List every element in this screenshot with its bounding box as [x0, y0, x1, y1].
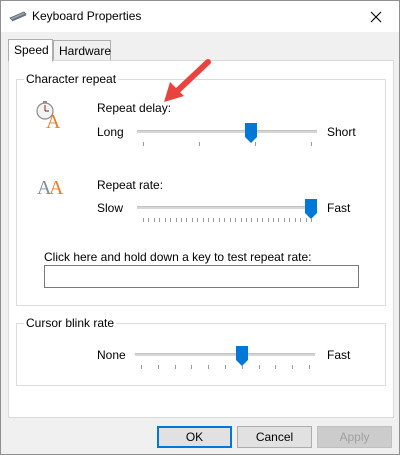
slider-tick	[213, 218, 215, 222]
speed-tab-page: Character repeat A Repeat delay: Long Sh…	[8, 60, 394, 418]
cursor-blink-fast-label: Fast	[327, 348, 351, 362]
slider-tick	[258, 365, 260, 369]
repeat-rate-fast-label: Fast	[327, 201, 351, 215]
slider-track	[137, 130, 317, 133]
slider-tick	[255, 142, 256, 146]
slider-tick	[300, 218, 302, 222]
slider-tick	[245, 218, 247, 222]
test-repeat-rate-label: Click here and hold down a key to test r…	[44, 250, 312, 264]
slider-tick	[191, 218, 193, 222]
slider-tick	[191, 365, 193, 369]
repeat-delay-long-label: Long	[97, 125, 124, 139]
keyboard-icon	[9, 11, 27, 22]
slider-tick	[311, 142, 312, 146]
slider-ticks	[137, 218, 317, 223]
slider-thumb[interactable]	[235, 346, 248, 366]
svg-text:A: A	[46, 111, 61, 130]
slider-tick	[267, 218, 269, 222]
stopwatch-letter-a-icon: A	[36, 101, 61, 130]
slider-tick	[283, 218, 285, 222]
slider-tick	[159, 218, 161, 222]
ok-button[interactable]: OK	[157, 426, 232, 448]
slider-tick	[294, 218, 296, 222]
repeat-rate-label: Repeat rate:	[97, 178, 164, 192]
slider-track	[137, 206, 317, 209]
double-letter-a-icon: A A	[37, 177, 64, 197]
repeat-rate-slow-label: Slow	[97, 201, 124, 215]
slider-tick	[240, 218, 242, 222]
slider-tick	[241, 365, 243, 369]
cursor-blink-rate-slider[interactable]	[135, 341, 315, 369]
apply-button: Apply	[317, 426, 392, 448]
repeat-delay-short-label: Short	[327, 125, 356, 139]
annotation-arrow-icon	[164, 59, 211, 102]
slider-thumb[interactable]	[244, 123, 257, 143]
slider-tick	[218, 218, 220, 222]
slider-tick	[175, 218, 177, 222]
slider-tick	[235, 218, 237, 222]
slider-tick	[180, 218, 182, 222]
slider-tick	[202, 218, 204, 222]
slider-tick	[289, 218, 291, 222]
repeat-delay-slider[interactable]	[137, 118, 317, 146]
slider-tick	[143, 218, 144, 222]
slider-tick	[292, 365, 294, 369]
close-button[interactable]	[353, 1, 399, 32]
slider-tick	[309, 365, 310, 369]
cancel-button[interactable]: Cancel	[237, 426, 312, 448]
slider-tick	[225, 365, 226, 369]
slider-tick	[224, 218, 226, 222]
slider-tick	[251, 218, 253, 222]
slider-tick	[170, 218, 172, 222]
repeat-rate-slider[interactable]	[137, 194, 317, 222]
slider-tick	[199, 142, 200, 146]
character-repeat-group: Character repeat A Repeat delay: Long Sh…	[16, 72, 386, 306]
slider-tick	[256, 218, 258, 222]
slider-tick	[197, 218, 199, 222]
svg-text:A: A	[49, 177, 64, 197]
slider-tick	[148, 218, 150, 222]
slider-tick	[273, 218, 275, 222]
cursor-blink-rate-group: Cursor blink rate None Fast	[16, 316, 386, 386]
slider-tick	[164, 218, 166, 222]
slider-tick	[186, 218, 188, 222]
slider-tick	[275, 365, 277, 369]
slider-tick	[229, 218, 231, 222]
slider-tick	[278, 218, 280, 222]
close-icon	[370, 11, 382, 22]
title-bar: Keyboard Properties	[1, 1, 399, 32]
cursor-blink-rate-title: Cursor blink rate	[24, 316, 117, 330]
character-repeat-title: Character repeat	[24, 72, 119, 86]
slider-ticks	[137, 142, 317, 147]
slider-tick	[157, 365, 159, 369]
tab-speed[interactable]: Speed	[8, 39, 53, 62]
cursor-blink-none-label: None	[97, 348, 126, 362]
slider-tick	[305, 218, 307, 222]
window-title: Keyboard Properties	[32, 9, 142, 23]
slider-track	[135, 353, 315, 356]
slider-tick	[174, 365, 176, 369]
keyboard-properties-window: Keyboard Properties Speed Hardware Chara…	[0, 0, 400, 455]
tab-hardware[interactable]: Hardware	[53, 40, 111, 61]
slider-tick	[143, 142, 144, 146]
slider-tick	[141, 365, 142, 369]
slider-tick	[311, 218, 312, 222]
slider-tick	[208, 218, 210, 222]
slider-tick	[262, 218, 264, 222]
test-repeat-rate-input[interactable]	[44, 265, 359, 288]
slider-tick	[153, 218, 155, 222]
slider-thumb[interactable]	[305, 199, 317, 219]
slider-ticks	[135, 365, 315, 370]
slider-tick	[208, 365, 210, 369]
